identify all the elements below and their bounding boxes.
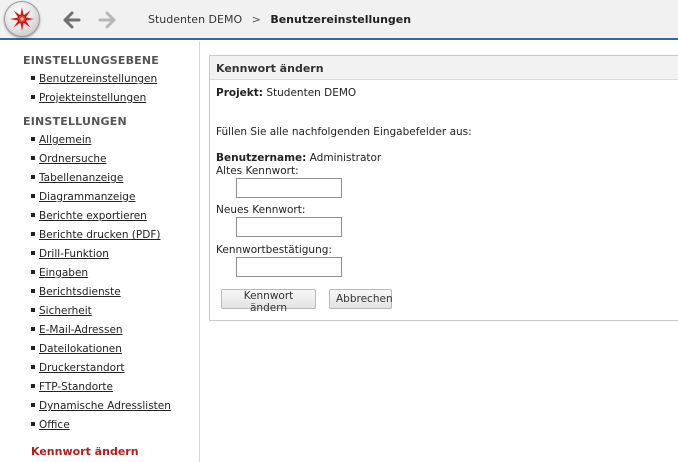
old-password-label: Altes Kennwort: (216, 165, 299, 177)
sidebar-section-title: EINSTELLUNGSEBENE (23, 54, 160, 67)
sidebar-item-benutzereinstellungen[interactable]: Benutzereinstellungen (31, 73, 157, 87)
sidebar-item-label[interactable]: Dateilokationen (39, 343, 122, 355)
breadcrumb-parent[interactable]: Studenten DEMO (148, 13, 242, 26)
sidebar-item-berichtsdienste[interactable]: Berichtsdienste (31, 286, 121, 300)
bullet-icon (31, 422, 35, 426)
sidebar-item-label[interactable]: E-Mail-Adressen (39, 324, 123, 336)
sidebar-item-allgemein[interactable]: Allgemein (31, 134, 91, 148)
sidebar-item-ordnersuche[interactable]: Ordnersuche (31, 153, 107, 167)
bullet-icon (31, 194, 35, 198)
change-password-button[interactable]: Kennwort ändern (221, 289, 316, 314)
sidebar-item-label[interactable]: Projekteinstellungen (39, 92, 146, 104)
cancel-button[interactable]: Abbrechen (329, 289, 393, 309)
confirm-password-label: Kennwortbestätigung: (216, 244, 332, 256)
bullet-icon (31, 289, 35, 293)
new-password-field[interactable] (236, 217, 342, 237)
arrow-right-icon[interactable] (98, 10, 118, 30)
bullet-icon (31, 175, 35, 179)
sidebar-item-label[interactable]: Diagrammanzeige (39, 191, 135, 203)
top-bar: Studenten DEMO > Benutzereinstellungen (0, 0, 678, 40)
sidebar-item-label[interactable]: Dynamische Adresslisten (39, 400, 171, 412)
sidebar-item-label[interactable]: Drill-Funktion (39, 248, 109, 260)
instruction-text: Füllen Sie alle nachfolgenden Eingabefel… (216, 126, 472, 138)
sidebar-item-label[interactable]: Tabellenanzeige (39, 172, 123, 184)
sidebar-item-label[interactable]: Sicherheit (39, 305, 92, 317)
sidebar: EINSTELLUNGSEBENE Benutzereinstellungen … (0, 42, 200, 462)
bullet-icon (31, 346, 35, 350)
sidebar-item-label[interactable]: Office (39, 419, 70, 431)
sidebar-item-label[interactable]: Eingaben (39, 267, 88, 279)
bullet-icon (31, 76, 35, 80)
project-value: Studenten DEMO (266, 87, 357, 99)
bullet-icon (31, 213, 35, 217)
breadcrumb-current: Benutzereinstellungen (270, 13, 412, 26)
starburst-logo[interactable] (4, 1, 40, 37)
sidebar-item-sicherheit[interactable]: Sicherheit (31, 305, 92, 319)
sidebar-item-berichte-exportieren[interactable]: Berichte exportieren (31, 210, 147, 224)
username-line: Benutzername: Administrator (216, 152, 381, 164)
username-label: Benutzername: (216, 152, 307, 164)
bullet-icon (31, 365, 35, 369)
project-line: Projekt: Studenten DEMO (216, 87, 356, 99)
old-password-field[interactable] (236, 178, 342, 198)
sidebar-item-label[interactable]: Berichtsdienste (39, 286, 121, 298)
sidebar-item-drill-funktion[interactable]: Drill-Funktion (31, 248, 109, 262)
sidebar-item-office[interactable]: Office (31, 419, 70, 433)
bullet-icon (31, 232, 35, 236)
sidebar-item-berichte-drucken[interactable]: Berichte drucken (PDF) (31, 229, 160, 243)
sidebar-item-ftp-standorte[interactable]: FTP-Standorte (31, 381, 113, 395)
new-password-label: Neues Kennwort: (216, 204, 306, 216)
change-password-panel: Kennwort ändern Projekt: Studenten DEMO … (209, 55, 678, 321)
username-value: Administrator (309, 152, 382, 164)
bullet-icon (31, 308, 35, 312)
sidebar-item-tabellenanzeige[interactable]: Tabellenanzeige (31, 172, 123, 186)
sidebar-item-label[interactable]: Benutzereinstellungen (39, 73, 157, 85)
bullet-icon (31, 327, 35, 331)
bullet-icon (31, 251, 35, 255)
sidebar-item-dateilokationen[interactable]: Dateilokationen (31, 343, 122, 357)
panel-header: Kennwort ändern (210, 56, 678, 80)
sidebar-item-projekteinstellungen[interactable]: Projekteinstellungen (31, 92, 146, 106)
sidebar-item-diagrammanzeige[interactable]: Diagrammanzeige (31, 191, 135, 205)
confirm-password-field[interactable] (236, 257, 342, 277)
starburst-icon (10, 7, 34, 31)
sidebar-item-label[interactable]: Berichte exportieren (39, 210, 147, 222)
project-label: Projekt: (216, 87, 264, 99)
sidebar-item-kennwort-aendern[interactable]: Kennwort ändern (31, 445, 139, 458)
breadcrumb-separator: > (251, 13, 261, 26)
bullet-icon (31, 95, 35, 99)
sidebar-item-label[interactable]: Allgemein (39, 134, 91, 146)
sidebar-item-eingaben[interactable]: Eingaben (31, 267, 88, 281)
panel-title: Kennwort ändern (216, 62, 324, 75)
arrow-left-icon[interactable] (61, 10, 81, 30)
bullet-icon (31, 156, 35, 160)
sidebar-item-label[interactable]: Druckerstandort (39, 362, 125, 374)
sidebar-item-e-mail-adressen[interactable]: E-Mail-Adressen (31, 324, 123, 338)
breadcrumb: Studenten DEMO > Benutzereinstellungen (148, 13, 411, 26)
bullet-icon (31, 384, 35, 388)
sidebar-section-title: EINSTELLUNGEN (23, 115, 127, 128)
sidebar-item-label[interactable]: FTP-Standorte (39, 381, 113, 393)
sidebar-item-label[interactable]: Berichte drucken (PDF) (39, 229, 160, 241)
sidebar-item-dynamische-adresslisten[interactable]: Dynamische Adresslisten (31, 400, 171, 414)
bullet-icon (31, 403, 35, 407)
sidebar-item-druckerstandort[interactable]: Druckerstandort (31, 362, 125, 376)
bullet-icon (31, 270, 35, 274)
bullet-icon (31, 137, 35, 141)
sidebar-item-label[interactable]: Ordnersuche (39, 153, 107, 165)
